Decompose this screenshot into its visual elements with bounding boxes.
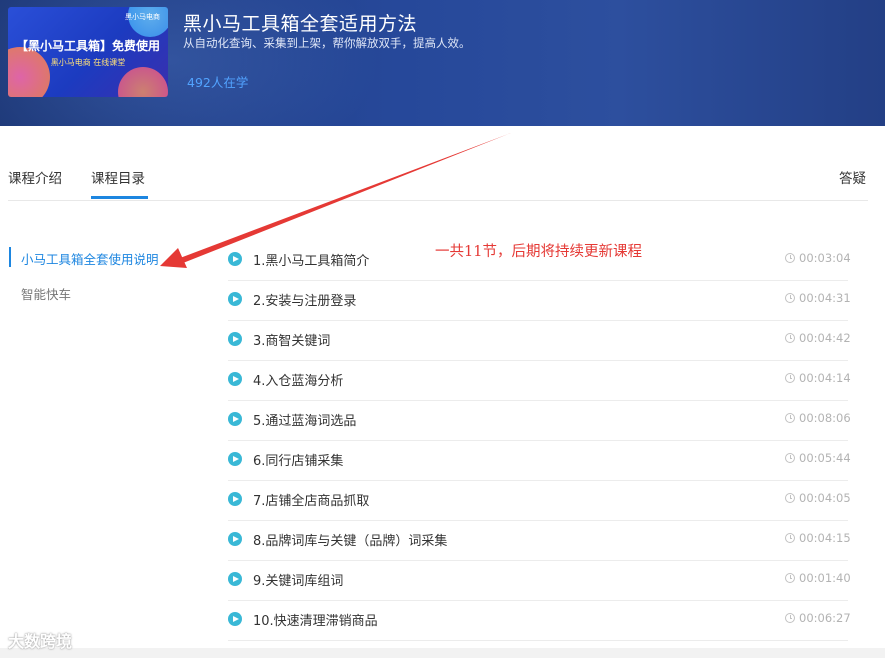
annotation-arrow (160, 133, 511, 268)
arrow-shaft (180, 133, 511, 263)
bottom-bar (0, 648, 885, 658)
watermark-logo: 大数跨境 (8, 632, 73, 651)
